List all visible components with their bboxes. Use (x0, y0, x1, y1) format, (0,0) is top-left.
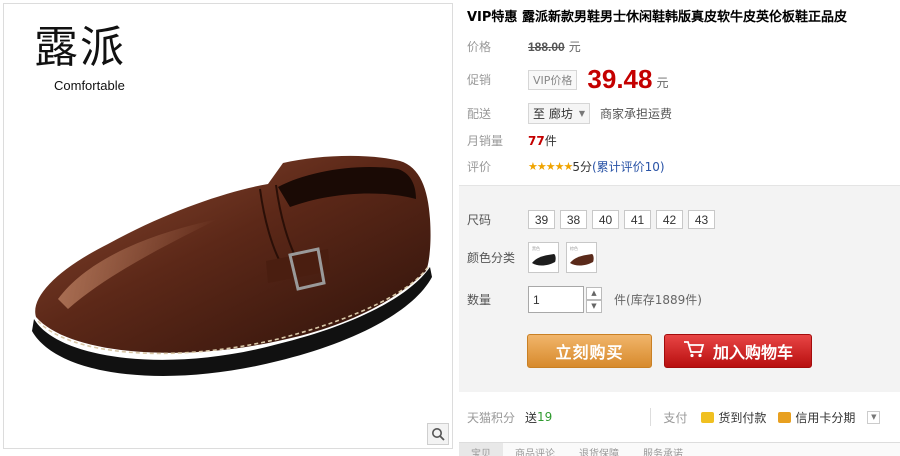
color-row: 颜色分类 黑色 棕色 (467, 242, 604, 273)
rating-label: 评价 (467, 160, 492, 174)
color-option-brown[interactable]: 棕色 (566, 242, 597, 273)
add-to-cart-label: 加入购物车 (712, 343, 793, 362)
points-label: 天猫积分 (467, 410, 516, 425)
cod-icon (701, 411, 715, 423)
increment-icon[interactable]: ▲ (586, 286, 602, 300)
color-swatch-label: 黑色 (532, 245, 540, 251)
bottom-info-strip: 天猫积分 送 19 支付 货到付款 信用卡分期 ▼ (467, 408, 881, 426)
stock-text: (库存1889件) (626, 293, 702, 307)
vip-price-badge: VIP价格 (528, 69, 578, 90)
monthly-sales-unit: 件 (544, 134, 557, 148)
credit-card-icon (778, 411, 792, 423)
points-prefix: 送 (525, 410, 538, 425)
chevron-down-icon[interactable]: ▼ (867, 410, 881, 424)
brand-logo: 露派 Comfortable (30, 26, 140, 98)
promo-price-unit: 元 (656, 76, 669, 90)
size-option[interactable]: 42 (656, 210, 683, 229)
shipping-destination-select[interactable]: 至 廊坊 ▼ (528, 103, 590, 124)
size-option[interactable]: 39 (528, 210, 555, 229)
cash-on-delivery[interactable]: 货到付款 (701, 409, 766, 426)
product-title: VIP特惠 露派新款男鞋男士休闲鞋韩版真皮软牛皮英伦板鞋正品皮 (467, 10, 847, 25)
quantity-unit: 件 (614, 293, 627, 307)
color-label: 颜色分类 (467, 251, 516, 265)
quantity-stepper[interactable]: ▲ ▼ (586, 286, 602, 313)
monthly-sales-value: 77 (528, 133, 545, 148)
list-price-unit: 元 (568, 40, 581, 54)
rating-score: 5分 (572, 160, 592, 174)
shipping-destination-value: 至 廊坊 (533, 107, 573, 121)
size-option[interactable]: 38 (560, 210, 587, 229)
detail-tabs: 宝贝 商品评论 退货保障 服务承诺 (459, 442, 900, 456)
size-row: 尺码 39 38 40 41 42 43 (467, 210, 720, 229)
shopping-cart-icon (683, 340, 705, 362)
reviews-link[interactable]: (累计评价10) (592, 158, 665, 175)
cod-label: 货到付款 (718, 410, 767, 425)
tab-reviews[interactable]: 商品评论 (503, 443, 567, 456)
brand-logo-en: Comfortable (54, 78, 125, 93)
price-row: 价格 188.00 元 (467, 38, 581, 55)
star-rating-icon: ★★★★★ (528, 160, 573, 173)
monthly-sales-row: 月销量 77 件 (467, 132, 557, 149)
add-to-cart-button[interactable]: 加入购物车 (664, 334, 812, 368)
shoe-image (32, 155, 432, 376)
monthly-sales-label: 月销量 (467, 134, 504, 148)
promo-label: 促销 (467, 73, 492, 87)
price-label: 价格 (467, 40, 492, 54)
chevron-down-icon: ▼ (578, 109, 585, 118)
magnifier-icon[interactable] (427, 423, 449, 445)
shipping-label: 配送 (467, 107, 492, 121)
installment-label: 信用卡分期 (795, 410, 856, 425)
color-option-black[interactable]: 黑色 (528, 242, 559, 273)
buy-now-label: 立刻购买 (555, 343, 624, 362)
promo-price: 39.48 (587, 64, 653, 94)
promo-row: 促销 VIP价格 39.48 元 (467, 64, 669, 95)
shipping-row: 配送 至 廊坊 ▼ 商家承担运费 (467, 103, 672, 124)
quantity-label: 数量 (467, 293, 492, 307)
size-label: 尺码 (467, 213, 492, 227)
payment-label: 支付 (663, 410, 688, 425)
quantity-row: 数量 1 ▲ ▼ 件 (库存1889件) (467, 286, 702, 313)
color-swatch-label: 棕色 (570, 245, 578, 251)
tab-service[interactable]: 服务承诺 (631, 443, 695, 456)
product-image-panel[interactable]: 露派 Comfortable (3, 3, 453, 449)
buy-now-button[interactable]: 立刻购买 (527, 334, 652, 368)
tab-returns[interactable]: 退货保障 (567, 443, 631, 456)
points-value: 19 (537, 410, 553, 424)
divider (650, 408, 652, 426)
shoe-thumbnail-brown: 棕色 (570, 245, 594, 266)
size-option[interactable]: 41 (624, 210, 651, 229)
list-price: 188.00 (528, 39, 565, 54)
size-option[interactable]: 40 (592, 210, 619, 229)
rating-row: 评价 ★★★★★ 5分 (累计评价10) (467, 158, 665, 175)
shipping-note: 商家承担运费 (599, 107, 672, 121)
credit-installment[interactable]: 信用卡分期 (778, 409, 855, 426)
shoe-thumbnail-black: 黑色 (532, 245, 556, 266)
quantity-input[interactable]: 1 (528, 286, 584, 313)
brand-logo-cn: 露派 (34, 22, 126, 73)
size-option[interactable]: 43 (688, 210, 715, 229)
tab-details[interactable]: 宝贝 (459, 443, 503, 456)
decrement-icon[interactable]: ▼ (586, 299, 602, 313)
